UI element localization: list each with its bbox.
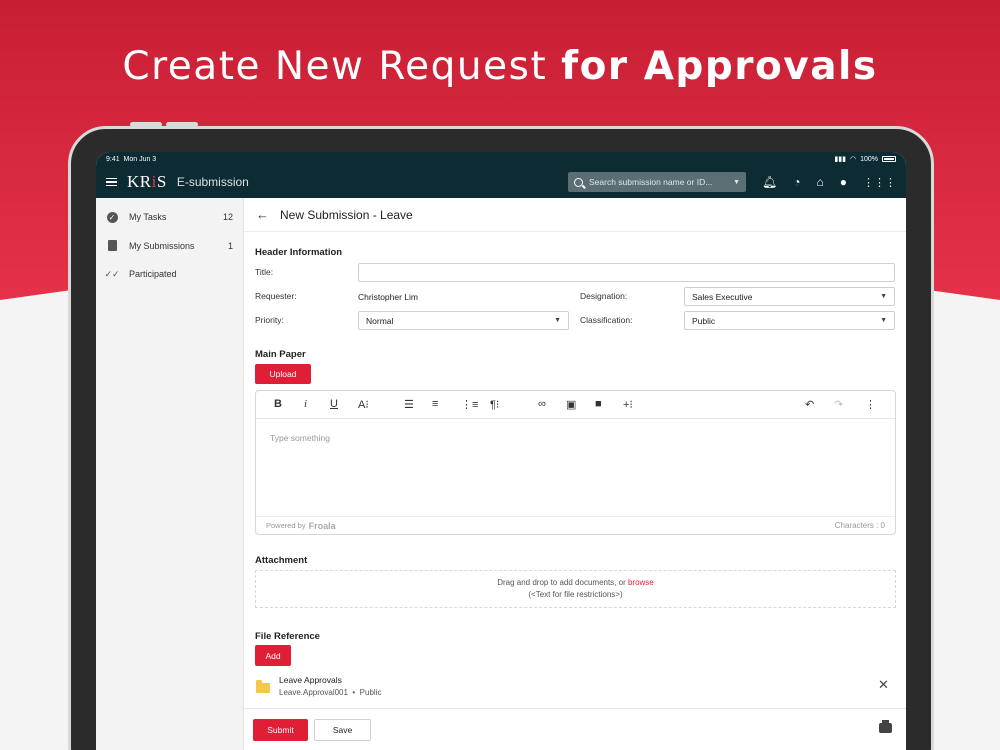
priority-label: Priority:	[255, 315, 284, 325]
more-vertical-icon[interactable]: ⋮	[865, 398, 876, 411]
underline-icon[interactable]: U	[330, 398, 338, 410]
align-center-icon[interactable]: ≡	[432, 398, 438, 410]
page-title: New Submission - Leave	[280, 207, 413, 222]
designation-select[interactable]: Sales Executive ▼	[684, 287, 895, 306]
font-size-icon[interactable]: A⁝	[358, 398, 369, 411]
browse-link[interactable]: browse	[628, 578, 654, 587]
home-icon[interactable]: ⌂	[817, 175, 824, 189]
editor-footer: Powered by Froala Characters : 0	[256, 516, 895, 534]
ordered-list-icon[interactable]: ⋮≡	[461, 398, 478, 411]
save-button[interactable]: Save	[314, 719, 371, 741]
undo-icon[interactable]: ↶	[805, 398, 814, 411]
file-reference-title: File Reference	[255, 631, 320, 642]
print-icon[interactable]	[879, 720, 892, 733]
app-screen: 9:41 Mon Jun 3 ▮▮▮ ◠ 100% KRiS E-submiss…	[96, 152, 906, 750]
chevron-down-icon: ▼	[880, 317, 887, 324]
file-restrictions: (<Text for file restrictions>)	[528, 590, 623, 599]
search-input[interactable]: Search submission name or ID... ▼	[568, 172, 747, 192]
chevron-down-icon: ▼	[880, 293, 887, 300]
link-icon[interactable]: ∞	[538, 398, 546, 410]
reference-meta: Leave.Approval001 • Public	[279, 688, 382, 697]
rich-text-editor: B i U A⁝ ☰ ≡ ⋮≡ ¶⁝ ∞ ▣ ■ +⁝ ↶ ↷ ⋮ Type s…	[255, 390, 896, 535]
submission-count: 1	[227, 240, 233, 251]
chevron-down-icon: ▼	[554, 317, 561, 324]
requester-label: Requester:	[255, 291, 297, 301]
headline: Create New Request for Approvals	[122, 44, 878, 89]
title-field[interactable]	[358, 263, 895, 282]
top-navbar: KRiS E-submission Search submission name…	[96, 166, 906, 198]
kris-logo: KRiS	[127, 172, 167, 191]
folder-icon	[256, 680, 270, 693]
add-reference-button[interactable]: Add	[255, 645, 291, 666]
requester-value: Christopher Lim	[358, 292, 418, 302]
dashboard-icon[interactable]: ◔	[793, 175, 800, 189]
apps-grid-icon[interactable]: ⋮⋮⋮	[863, 176, 896, 189]
battery-icon	[882, 156, 896, 162]
signal-icon: ▮▮▮	[834, 156, 846, 163]
check-circle-icon: ✓	[106, 211, 118, 223]
page-header: ← New Submission - Leave	[244, 198, 906, 232]
close-icon[interactable]: ✕	[878, 677, 889, 693]
attachment-dropzone[interactable]: Drag and drop to add documents, or brows…	[255, 570, 896, 608]
hamburger-icon[interactable]	[106, 177, 117, 187]
priority-select[interactable]: Normal ▼	[358, 311, 569, 330]
italic-icon[interactable]: i	[304, 398, 307, 410]
redo-icon[interactable]: ↷	[834, 398, 843, 411]
header-information-title: Header Information	[255, 247, 343, 258]
status-bar: 9:41 Mon Jun 3 ▮▮▮ ◠ 100%	[96, 152, 906, 166]
video-icon[interactable]: ■	[595, 398, 602, 410]
bell-icon[interactable]: 🔔︎	[762, 175, 777, 189]
back-arrow-icon[interactable]: ←	[256, 207, 269, 222]
main-content: ← New Submission - Leave Header Informat…	[244, 198, 906, 750]
account-icon[interactable]: ●	[840, 175, 847, 189]
action-bar: Submit Save	[244, 708, 906, 750]
classification-label: Classification:	[580, 315, 633, 325]
character-count: Characters : 0	[834, 521, 885, 530]
sidebar-item-my-submissions[interactable]: My Submissions 1	[96, 232, 243, 261]
editor-body[interactable]: Type something	[270, 433, 330, 443]
task-count: 12	[222, 212, 233, 223]
main-paper-title: Main Paper	[255, 349, 306, 360]
title-label: Title:	[255, 267, 274, 277]
sidebar-item-my-tasks[interactable]: ✓ My Tasks 12	[96, 203, 243, 232]
upload-button[interactable]: Upload	[255, 364, 311, 384]
sidebar-item-participated[interactable]: ✓✓ Participated	[96, 260, 243, 289]
sidebar: ✓ My Tasks 12 My Submissions 1 ✓✓ Partic…	[96, 198, 244, 750]
wifi-icon: ◠	[849, 156, 857, 163]
document-icon	[106, 240, 118, 252]
froala-logo: Froala	[308, 520, 336, 531]
reference-name[interactable]: Leave Approvals	[279, 675, 342, 685]
submit-button[interactable]: Submit	[253, 719, 308, 741]
classification-select[interactable]: Public ▼	[684, 311, 895, 330]
chevron-down-icon[interactable]: ▼	[733, 179, 740, 186]
editor-toolbar: B i U A⁝ ☰ ≡ ⋮≡ ¶⁝ ∞ ▣ ■ +⁝ ↶ ↷ ⋮	[256, 391, 895, 419]
search-icon	[574, 177, 584, 187]
designation-label: Designation:	[580, 291, 628, 301]
image-icon[interactable]: ▣	[566, 398, 576, 411]
double-check-icon: ✓✓	[104, 268, 120, 279]
app-name: E-submission	[176, 175, 249, 189]
align-left-icon[interactable]: ☰	[404, 398, 414, 411]
more-insert-icon[interactable]: +⁝	[623, 398, 633, 411]
paragraph-format-icon[interactable]: ¶⁝	[490, 398, 499, 411]
attachment-title: Attachment	[255, 555, 308, 566]
bold-icon[interactable]: B	[274, 398, 282, 410]
